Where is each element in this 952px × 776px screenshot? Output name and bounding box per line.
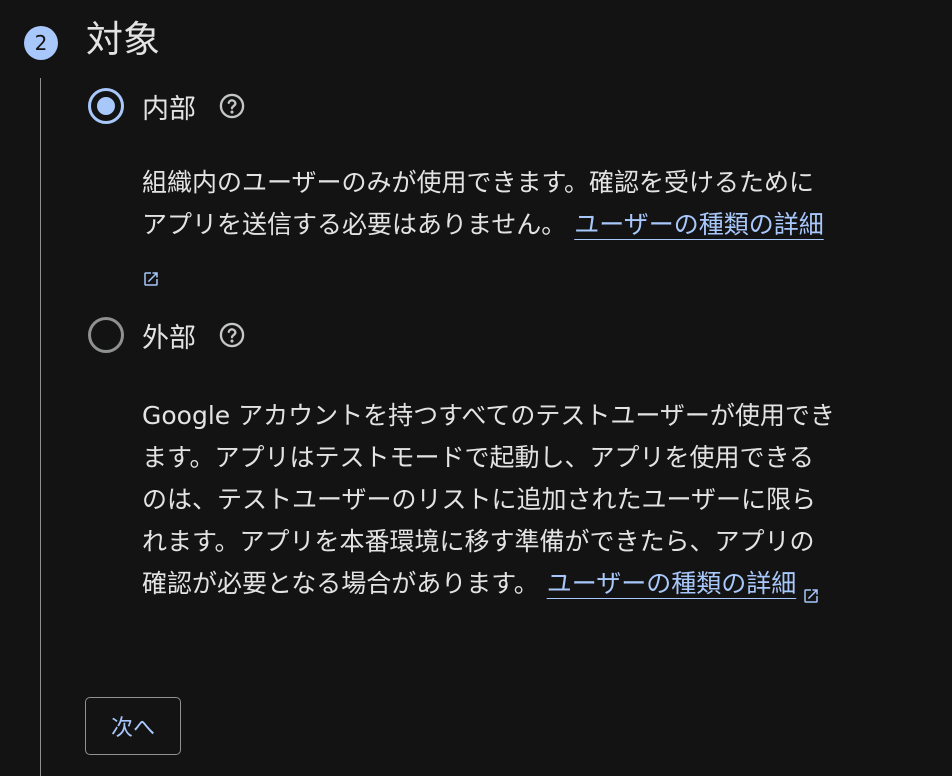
help-circle-icon[interactable] (218, 321, 246, 349)
option-label-external[interactable]: 外部 (142, 316, 196, 355)
description-line: 組織内のユーザーのみが使用できます。確認を受けるために (142, 168, 815, 197)
step-connector-line (40, 78, 41, 776)
radio-option-external[interactable]: 外部 (88, 315, 246, 355)
description-line (142, 246, 942, 288)
step-title: 対象 (86, 18, 160, 61)
radio-button-internal[interactable] (88, 88, 124, 124)
help-circle-icon[interactable] (218, 92, 246, 120)
description-line: れます。アプリを本番環境に移す準備ができたら、アプリの (142, 527, 815, 556)
description-line: のは、テストユーザーのリストに追加されたユーザーに限ら (142, 485, 817, 514)
option-description-external: Google アカウントを持つすべてのテストユーザーが使用でき ます。アプリはテ… (142, 395, 942, 605)
open-in-new-icon[interactable] (802, 576, 820, 603)
open-in-new-icon[interactable] (142, 259, 160, 286)
radio-button-external[interactable] (88, 317, 124, 353)
description-text: アプリを送信する必要はありません。 (142, 210, 567, 239)
user-type-details-link[interactable]: ユーザーの種類の詳細 (574, 210, 824, 239)
next-button[interactable]: 次へ (85, 697, 181, 755)
user-type-details-link[interactable]: ユーザーの種類の詳細 (547, 569, 797, 598)
radio-option-internal[interactable]: 内部 (88, 86, 246, 126)
description-line: アプリを送信する必要はありません。 ユーザーの種類の詳細 (142, 204, 942, 246)
option-description-internal: 組織内のユーザーのみが使用できます。確認を受けるために アプリを送信する必要はあ… (142, 162, 942, 288)
step-number-badge: 2 (24, 26, 58, 60)
option-label-internal[interactable]: 内部 (142, 87, 196, 126)
description-line: 確認が必要となる場合があります。 ユーザーの種類の詳細 (142, 563, 942, 605)
description-text: 確認が必要となる場合があります。 (142, 569, 539, 598)
description-line: Google アカウントを持つすべてのテストユーザーが使用でき (142, 401, 835, 430)
description-line: ます。アプリはテストモードで起動し、アプリを使用できる (142, 443, 815, 472)
